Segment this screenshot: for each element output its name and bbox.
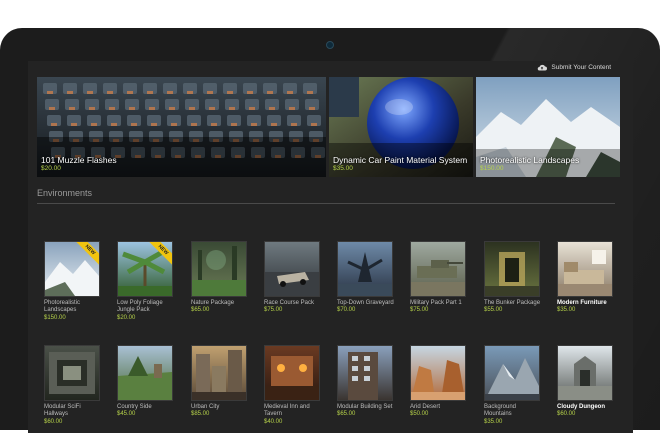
product-image [45,346,99,400]
product-tile[interactable]: Medieval Inn and Tavern $40.00 [264,345,324,426]
product-tile[interactable]: Top-Down Graveyard $70.00 [337,241,397,315]
top-bar: Submit Your Content [28,61,633,77]
product-price: $60.00 [557,411,576,418]
section-divider [37,203,615,204]
product-name[interactable]: Arid Desert [410,404,470,411]
product-image [411,242,465,296]
product-thumbnail[interactable] [191,241,247,297]
product-image [265,242,319,296]
product-name[interactable]: Urban City [191,404,251,411]
product-tile[interactable]: Military Pack Part 1 $75.00 [410,241,470,315]
product-thumbnail[interactable] [264,241,320,297]
product-tile[interactable]: Modular Building Set $65.00 [337,345,397,419]
product-name[interactable]: The Bunker Package [484,300,544,307]
product-thumbnail[interactable] [117,345,173,401]
webcam-icon [326,41,334,49]
product-tile[interactable]: Modern Furniture $35.00 [557,241,617,315]
product-price: $65.00 [337,411,356,418]
product-thumbnail[interactable] [337,241,393,297]
product-price: $60.00 [44,418,63,425]
product-tile[interactable]: Country Side $45.00 [117,345,177,419]
product-thumbnail[interactable] [557,241,613,297]
cloud-upload-icon [538,64,548,71]
product-name[interactable]: Modular Building Set [337,404,397,411]
product-thumbnail[interactable] [557,345,613,401]
featured-price: $35.00 [333,165,353,172]
featured-banner-muzzle-flashes[interactable]: 101 Muzzle Flashes $20.00 [37,77,326,177]
product-price: $65.00 [191,307,210,314]
product-name[interactable]: Modern Furniture [557,300,617,307]
product-image [192,346,246,400]
featured-banner-landscapes[interactable]: Photorealistic Landscapes $150.00 [476,77,620,177]
product-tile[interactable]: NEW Low Poly Foliage Jungle Pack $20.00 [117,241,177,322]
product-tile[interactable]: NEW Photorealistic Landscapes $150.00 [44,241,104,322]
product-name[interactable]: Low Poly Foliage Jungle Pack [117,300,177,315]
product-name[interactable]: Medieval Inn and Tavern [264,404,324,419]
featured-title: Dynamic Car Paint Material System [333,155,468,165]
product-image [265,346,319,400]
product-tile[interactable]: Race Course Pack $75.00 [264,241,324,315]
product-image [118,346,172,400]
product-price: $35.00 [484,418,503,425]
featured-banner-car-paint[interactable]: Dynamic Car Paint Material System $35.00 [329,77,473,177]
product-name[interactable]: Top-Down Graveyard [337,300,397,307]
product-thumbnail[interactable] [484,241,540,297]
product-name[interactable]: Background Mountains [484,404,544,419]
product-image [558,242,612,296]
product-thumbnail[interactable]: NEW [44,241,100,297]
product-price: $20.00 [117,314,136,321]
submit-content-link[interactable]: Submit Your Content [537,64,611,71]
product-image [485,346,539,400]
product-thumbnail[interactable] [410,241,466,297]
product-price: $85.00 [191,411,210,418]
product-tile[interactable]: Arid Desert $50.00 [410,345,470,419]
product-tile[interactable]: Nature Package $65.00 [191,241,251,315]
product-price: $45.00 [117,411,136,418]
product-name[interactable]: Nature Package [191,300,251,307]
submit-content-label: Submit Your Content [551,64,611,71]
featured-price: $20.00 [41,165,61,172]
product-price: $70.00 [337,307,356,314]
product-name[interactable]: Country Side [117,404,177,411]
product-price: $35.00 [557,307,576,314]
product-price: $75.00 [264,307,283,314]
product-price: $40.00 [264,418,283,425]
product-thumbnail[interactable] [410,345,466,401]
featured-title: 101 Muzzle Flashes [41,155,117,165]
laptop-frame: Submit Your Content 101 Muzzle Flashes $… [0,28,660,433]
product-image [411,346,465,400]
product-tile[interactable]: Modular SciFi Hallways $60.00 [44,345,104,426]
product-thumbnail[interactable] [484,345,540,401]
product-tile[interactable]: Urban City $85.00 [191,345,251,419]
product-thumbnail[interactable] [191,345,247,401]
product-price: $150.00 [44,314,66,321]
product-name[interactable]: Modular SciFi Hallways [44,404,104,419]
product-tile[interactable]: Background Mountains $35.00 [484,345,544,426]
product-image [338,242,392,296]
product-name[interactable]: Military Pack Part 1 [410,300,470,307]
product-name[interactable]: Cloudy Dungeon [557,404,617,411]
product-price: $50.00 [410,411,429,418]
product-thumbnail[interactable] [264,345,320,401]
product-name[interactable]: Race Course Pack [264,300,324,307]
featured-title: Photorealistic Landscapes [480,155,580,165]
product-thumbnail[interactable] [44,345,100,401]
product-image [338,346,392,400]
product-price: $75.00 [410,307,429,314]
store-screen: Submit Your Content 101 Muzzle Flashes $… [28,61,633,433]
featured-price: $150.00 [480,165,504,172]
product-image [192,242,246,296]
product-thumbnail[interactable] [337,345,393,401]
product-tile[interactable]: Cloudy Dungeon $60.00 [557,345,617,419]
product-thumbnail[interactable]: NEW [117,241,173,297]
product-tile[interactable]: The Bunker Package $55.00 [484,241,544,315]
product-image [485,242,539,296]
product-image [558,346,612,400]
product-name[interactable]: Photorealistic Landscapes [44,300,104,315]
product-price: $55.00 [484,307,503,314]
section-title: Environments [37,188,93,198]
